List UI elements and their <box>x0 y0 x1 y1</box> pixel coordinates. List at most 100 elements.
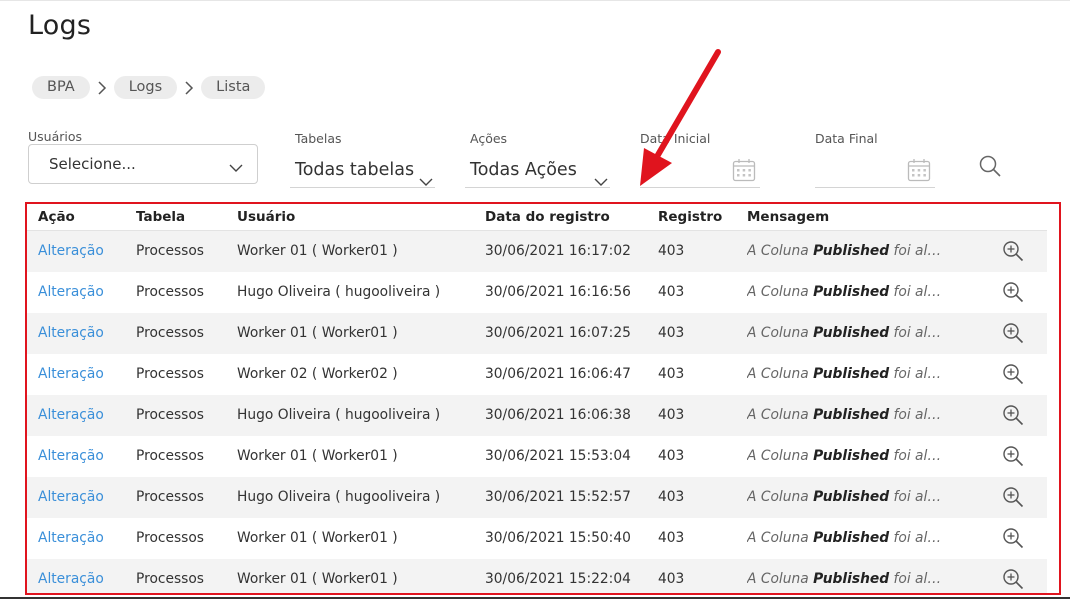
usuarios-select-value: Selecione... <box>49 155 136 173</box>
acao-link[interactable]: Alteração <box>38 489 104 505</box>
column-header-usuario[interactable]: Usuário <box>237 209 295 225</box>
tabelas-select-value: Todas tabelas <box>295 160 415 180</box>
mensagem-column-name: Published <box>813 243 890 259</box>
usuario-cell: Worker 01 ( Worker01 ) <box>237 571 398 587</box>
chevron-down-icon <box>594 172 608 192</box>
column-header-tabela[interactable]: Tabela <box>136 209 185 225</box>
data-inicial-label: Data Inicial <box>640 131 711 146</box>
zoom-in-icon[interactable] <box>1002 322 1024 348</box>
calendar-icon[interactable] <box>907 158 931 187</box>
breadcrumb: BPA Logs Lista <box>32 76 266 99</box>
acao-link[interactable]: Alteração <box>38 325 104 341</box>
breadcrumb-item-bpa[interactable]: BPA <box>32 76 90 99</box>
mensagem-suffix: foi altera... <box>893 284 943 300</box>
tabelas-select[interactable]: Todas tabelas <box>290 154 435 188</box>
mensagem-suffix: foi altera... <box>893 325 943 341</box>
tabela-cell: Processos <box>136 448 204 464</box>
data-cell: 30/06/2021 15:22:04 <box>485 571 631 587</box>
zoom-in-icon[interactable] <box>1002 404 1024 430</box>
logs-table: Ação Tabela Usuário Data do registro Reg… <box>25 202 1061 595</box>
mensagem-cell: A Coluna Published foi altera... <box>747 530 943 546</box>
mensagem-prefix: A Coluna <box>747 489 809 505</box>
data-final-label: Data Final <box>815 131 878 146</box>
table-row: Alteração Processos Hugo Oliveira ( hugool… <box>27 477 1047 518</box>
data-cell: 30/06/2021 15:50:40 <box>485 530 631 546</box>
column-header-acao[interactable]: Ação <box>38 209 75 225</box>
tabela-cell: Processos <box>136 530 204 546</box>
registro-cell: 403 <box>658 489 685 505</box>
mensagem-prefix: A Coluna <box>747 366 809 382</box>
acao-link[interactable]: Alteração <box>38 530 104 546</box>
acao-link[interactable]: Alteração <box>38 571 104 587</box>
breadcrumb-item-logs[interactable]: Logs <box>113 76 178 99</box>
column-header-mensagem[interactable]: Mensagem <box>747 209 829 225</box>
usuario-cell: Hugo Oliveira ( hugooliveira ) <box>237 407 441 423</box>
mensagem-suffix: foi altera... <box>893 448 943 464</box>
tabela-cell: Processos <box>136 325 204 341</box>
usuario-cell: Worker 01 ( Worker01 ) <box>237 530 398 546</box>
zoom-in-icon[interactable] <box>1002 281 1024 307</box>
search-icon[interactable] <box>978 154 1002 182</box>
mensagem-column-name: Published <box>813 448 890 464</box>
data-cell: 30/06/2021 16:17:02 <box>485 243 631 259</box>
data-inicial-input[interactable] <box>640 154 760 188</box>
mensagem-column-name: Published <box>813 325 890 341</box>
mensagem-cell: A Coluna Published foi altera... <box>747 325 943 341</box>
acao-link[interactable]: Alteração <box>38 284 104 300</box>
data-final-input[interactable] <box>815 154 935 188</box>
mensagem-cell: A Coluna Published foi altera... <box>747 448 943 464</box>
zoom-in-icon[interactable] <box>1002 486 1024 512</box>
data-cell: 30/06/2021 15:52:57 <box>485 489 631 505</box>
chevron-right-icon <box>90 80 114 95</box>
column-header-data[interactable]: Data do registro <box>485 209 610 225</box>
column-header-registro[interactable]: Registro <box>658 209 722 225</box>
mensagem-cell: A Coluna Published foi altera... <box>747 407 943 423</box>
data-cell: 30/06/2021 16:16:56 <box>485 284 631 300</box>
mensagem-cell: A Coluna Published foi altera... <box>747 284 943 300</box>
tabela-cell: Processos <box>136 407 204 423</box>
registro-cell: 403 <box>658 448 685 464</box>
table-row: Alteração Processos Worker 02 ( Worker02 )… <box>27 354 1047 395</box>
mensagem-column-name: Published <box>813 407 890 423</box>
zoom-in-icon[interactable] <box>1002 363 1024 389</box>
top-divider <box>0 0 1070 1</box>
usuarios-label: Usuários <box>28 129 83 144</box>
page-title: Logs <box>28 10 92 41</box>
mensagem-prefix: A Coluna <box>747 325 809 341</box>
acao-link[interactable]: Alteração <box>38 448 104 464</box>
acao-link[interactable]: Alteração <box>38 407 104 423</box>
acoes-select[interactable]: Todas Ações <box>465 154 610 188</box>
mensagem-suffix: foi altera... <box>893 571 943 587</box>
calendar-icon[interactable] <box>732 158 756 187</box>
zoom-in-icon[interactable] <box>1002 240 1024 266</box>
acoes-select-value: Todas Ações <box>470 160 577 180</box>
acao-link[interactable]: Alteração <box>38 366 104 382</box>
usuarios-select[interactable]: Selecione... <box>28 144 258 184</box>
mensagem-column-name: Published <box>813 366 890 382</box>
registro-cell: 403 <box>658 407 685 423</box>
chevron-right-icon <box>177 80 201 95</box>
mensagem-column-name: Published <box>813 284 890 300</box>
usuario-cell: Hugo Oliveira ( hugooliveira ) <box>237 284 441 300</box>
mensagem-prefix: A Coluna <box>747 448 809 464</box>
mensagem-prefix: A Coluna <box>747 530 809 546</box>
usuario-cell: Worker 01 ( Worker01 ) <box>237 448 398 464</box>
mensagem-suffix: foi altera... <box>893 489 943 505</box>
zoom-in-icon[interactable] <box>1002 445 1024 471</box>
usuario-cell: Worker 01 ( Worker01 ) <box>237 243 398 259</box>
zoom-in-icon[interactable] <box>1002 568 1024 593</box>
mensagem-prefix: A Coluna <box>747 407 809 423</box>
mensagem-cell: A Coluna Published foi altera... <box>747 571 943 587</box>
zoom-in-icon[interactable] <box>1002 527 1024 553</box>
breadcrumb-item-lista: Lista <box>201 76 266 99</box>
data-cell: 30/06/2021 15:53:04 <box>485 448 631 464</box>
tabela-cell: Processos <box>136 366 204 382</box>
registro-cell: 403 <box>658 366 685 382</box>
data-cell: 30/06/2021 16:06:47 <box>485 366 631 382</box>
registro-cell: 403 <box>658 243 685 259</box>
tabela-cell: Processos <box>136 284 204 300</box>
table-row: Alteração Processos Worker 01 ( Worker01 )… <box>27 518 1047 559</box>
usuario-cell: Worker 01 ( Worker01 ) <box>237 325 398 341</box>
acao-link[interactable]: Alteração <box>38 243 104 259</box>
tabela-cell: Processos <box>136 243 204 259</box>
